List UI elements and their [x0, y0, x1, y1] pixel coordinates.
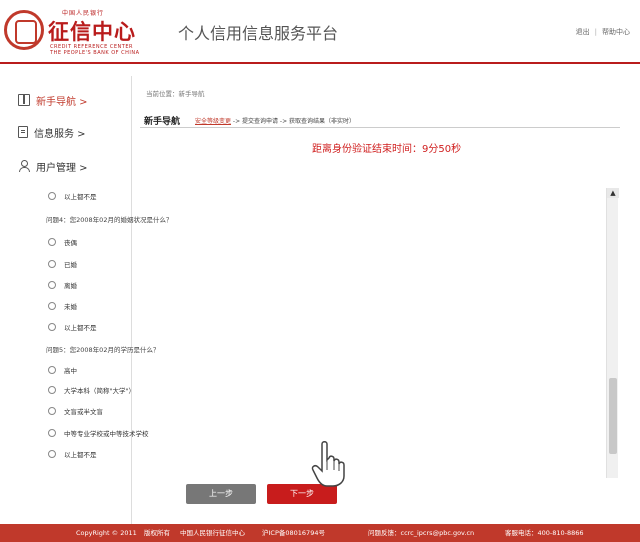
option-label: 离婚 — [64, 282, 77, 290]
question-5: 问题5：您2008年02月的学历是什么？ — [46, 346, 160, 354]
footer-rights: 版权所有 — [144, 529, 170, 537]
option-q5-illiterate[interactable]: 文盲或半文盲 — [48, 405, 103, 417]
radio-button[interactable] — [48, 302, 56, 310]
footer-org: 中国人民银行征信中心 — [180, 529, 245, 537]
radio-button[interactable] — [48, 238, 56, 246]
footer-phone: 客服电话：400-810-8866 — [505, 529, 584, 537]
option-q4-widowed[interactable]: 丧偶 — [48, 236, 77, 248]
radio-button[interactable] — [48, 366, 56, 374]
scroll-up-arrow-icon[interactable]: ▲ — [607, 188, 619, 198]
radio-button[interactable] — [48, 323, 56, 331]
radio-button[interactable] — [48, 260, 56, 268]
option-q3-none[interactable]: 以上都不是 — [48, 190, 97, 202]
option-label: 丧偶 — [64, 239, 77, 247]
option-q5-none[interactable]: 以上都不是 — [48, 448, 97, 460]
option-q4-none[interactable]: 以上都不是 — [48, 321, 97, 333]
book-icon — [18, 94, 30, 106]
option-label: 中等专业学校或中等技术学校 — [64, 430, 149, 438]
radio-button[interactable] — [48, 407, 56, 415]
question-panel-lower: 大学本科（简称"大学"） 文盲或半文盲 中等专业学校或中等技术学校 以上都不是 — [32, 378, 482, 470]
logo-english-line2: THE PEOPLE'S BANK OF CHINA — [50, 50, 140, 56]
radio-button[interactable] — [48, 192, 56, 200]
credit-center-logo[interactable]: 中国人民银行 征信中心 CREDIT REFERENCE CENTER THE … — [4, 4, 154, 60]
sidebar-item-label: 新手导航 > — [36, 96, 88, 108]
user-icon — [18, 160, 30, 172]
previous-step-button[interactable]: 上一步 — [186, 484, 256, 504]
logout-link[interactable]: 退出 — [576, 27, 590, 37]
radio-button[interactable] — [48, 386, 56, 394]
radio-button[interactable] — [48, 281, 56, 289]
option-q4-divorced[interactable]: 离婚 — [48, 279, 77, 291]
option-q5-vocational[interactable]: 中等专业学校或中等技术学校 — [48, 427, 149, 439]
footer-copyright: CopyRight © 2011 — [76, 529, 137, 537]
option-q5-high-school[interactable]: 高中 — [48, 364, 77, 376]
breadcrumb: 当前位置：新手导航 — [146, 90, 205, 98]
option-label: 大学本科（简称"大学"） — [64, 387, 135, 395]
radio-button[interactable] — [48, 450, 56, 458]
radio-button[interactable] — [48, 429, 56, 437]
question-4: 问题4：您2008年02月的婚姻状况是什么？ — [46, 216, 173, 224]
option-label: 以上都不是 — [64, 193, 97, 201]
footer-icp[interactable]: 沪ICP备08016794号 — [262, 524, 325, 542]
header-links: 退出 | 帮助中心 — [576, 27, 630, 37]
option-q4-married[interactable]: 已婚 — [48, 258, 77, 270]
question-panel: 以上都不是 问题4：您2008年02月的婚姻状况是什么？ 丧偶 已婚 离婚 未婚… — [32, 108, 482, 378]
footer-feedback[interactable]: 问题反馈：ccrc_ipcrs@pbc.gov.cn — [368, 524, 474, 542]
hand-pointer-cursor-icon — [311, 441, 345, 487]
option-label: 高中 — [64, 367, 77, 375]
scrollbar[interactable]: ▲ — [606, 188, 619, 478]
separator: | — [594, 28, 597, 36]
option-label: 以上都不是 — [64, 451, 97, 459]
sidebar-item-guide[interactable]: 新手导航 > — [18, 92, 88, 108]
option-q4-unmarried[interactable]: 未婚 — [48, 300, 77, 312]
option-q5-bachelor[interactable]: 大学本科（简称"大学"） — [48, 384, 135, 396]
platform-title: 个人信用信息服务平台 — [178, 24, 339, 43]
scroll-thumb[interactable] — [609, 378, 617, 454]
option-label: 已婚 — [64, 261, 77, 269]
option-label: 文盲或半文盲 — [64, 408, 103, 416]
footer: CopyRight © 2011 版权所有 中国人民银行征信中心 沪ICP备08… — [0, 524, 640, 542]
document-icon — [18, 126, 28, 138]
logo-emblem-icon — [4, 10, 44, 50]
header: 中国人民银行 征信中心 CREDIT REFERENCE CENTER THE … — [0, 0, 640, 64]
option-label: 以上都不是 — [64, 324, 97, 332]
help-link[interactable]: 帮助中心 — [602, 27, 630, 37]
option-label: 未婚 — [64, 303, 77, 311]
logo-main-text: 征信中心 — [48, 19, 136, 44]
